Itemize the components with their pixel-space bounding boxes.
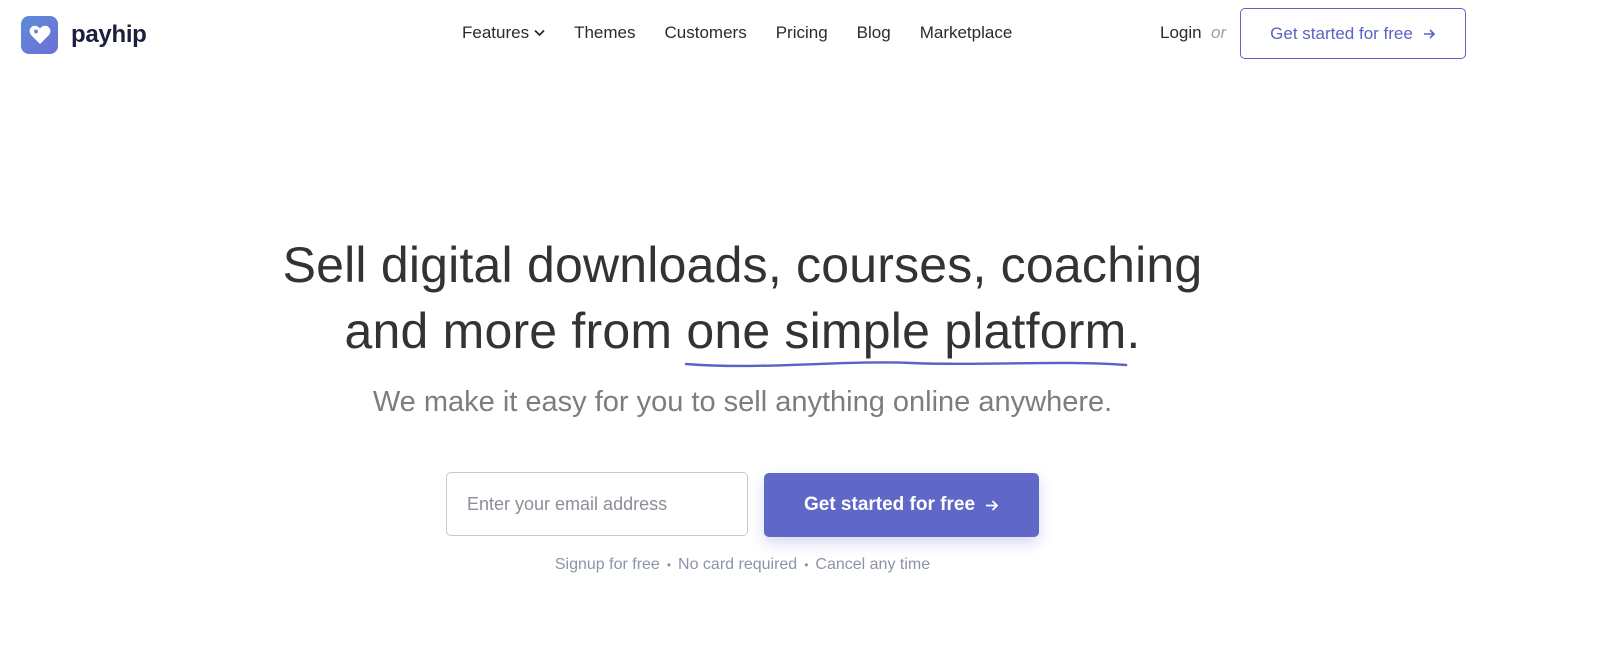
signup-note: Signup for free bbox=[554, 556, 660, 573]
hero-title-highlight: one simple platform bbox=[685, 298, 1128, 368]
arrow-right-icon bbox=[1423, 28, 1436, 39]
bullet-separator: • bbox=[804, 557, 809, 572]
signup-note: Cancel any time bbox=[815, 556, 931, 573]
login-link[interactable]: Login bbox=[1160, 23, 1202, 43]
main-nav: Features Themes Customers Pricing Blog M… bbox=[462, 23, 1012, 43]
site-header: payhip Features Themes Customers Pricing… bbox=[0, 0, 1600, 70]
hero-title-line2-prefix: and more from bbox=[344, 303, 687, 359]
nav-item-blog[interactable]: Blog bbox=[857, 23, 891, 43]
nav-item-label: Features bbox=[462, 23, 530, 42]
bullet-separator: • bbox=[666, 557, 672, 572]
signup-notes: Signup for free • No card required • Cancel … bbox=[0, 556, 1485, 574]
header-get-started-button[interactable]: Get started for free bbox=[1240, 8, 1466, 59]
nav-item-pricing[interactable]: Pricing bbox=[776, 23, 828, 43]
header-get-started-label: Get started for free bbox=[1270, 23, 1413, 43]
hero-title-highlight-text: one simple platform bbox=[686, 303, 1127, 359]
hero-subtitle: We make it easy for you to sell anything… bbox=[372, 386, 1113, 418]
get-started-button[interactable]: Get started for free bbox=[764, 473, 1039, 537]
heart-tag-icon bbox=[21, 16, 58, 54]
hero-title: Sell digital downloads, courses, coachin… bbox=[0, 232, 1485, 368]
arrow-right-icon bbox=[985, 499, 999, 511]
nav-item-themes[interactable]: Themes bbox=[574, 23, 635, 43]
nav-item-marketplace[interactable]: Marketplace bbox=[920, 23, 1013, 43]
chevron-down-icon bbox=[534, 29, 545, 37]
hero-title-line1: Sell digital downloads, courses, coachin… bbox=[282, 237, 1203, 293]
nav-item-customers[interactable]: Customers bbox=[665, 23, 747, 43]
email-input[interactable] bbox=[446, 472, 748, 536]
or-separator: or bbox=[1211, 23, 1227, 42]
hero-title-line2-suffix: . bbox=[1126, 303, 1141, 359]
get-started-label: Get started for free bbox=[803, 494, 976, 515]
squiggle-underline-icon bbox=[685, 361, 1128, 368]
logo-link[interactable]: payhip bbox=[21, 16, 147, 54]
nav-item-features[interactable]: Features bbox=[462, 23, 545, 43]
logo-text: payhip bbox=[71, 21, 147, 48]
signup-note: No card required bbox=[678, 556, 798, 573]
